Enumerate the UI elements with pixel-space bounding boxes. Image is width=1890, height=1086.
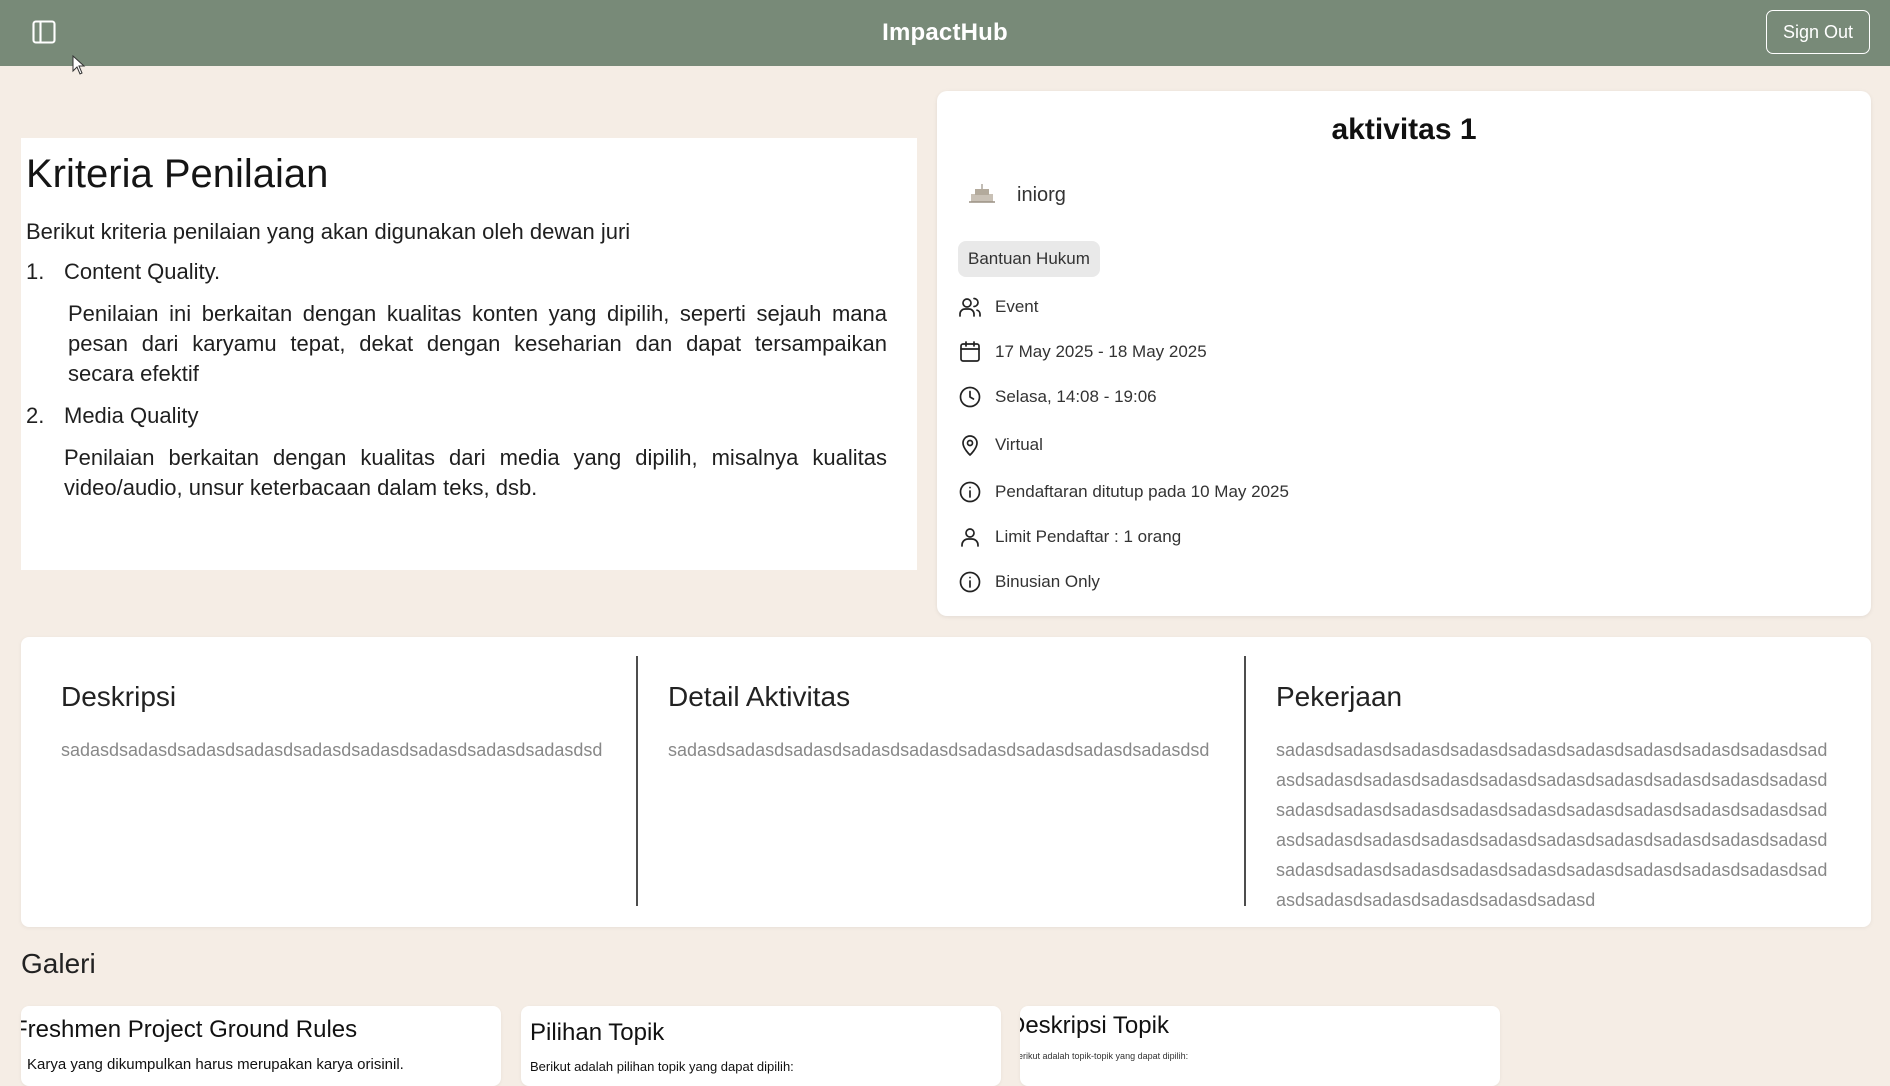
gallery-item-subtitle: Berikut adalah topik-topik yang dapat di… bbox=[1020, 1051, 1189, 1061]
criteria-item: 1. Content Quality. bbox=[26, 259, 887, 285]
info-row-text: Virtual bbox=[995, 435, 1043, 454]
deskripsi-title: Deskripsi bbox=[61, 681, 177, 712]
info-row-text: Limit Pendaftar : 1 orang bbox=[995, 527, 1182, 546]
info-row-text: Pendaftaran ditutup pada 10 May 2025 bbox=[995, 482, 1289, 501]
gallery-item[interactable]: Deskripsi Topik Berikut adalah topik-top… bbox=[1020, 1006, 1500, 1086]
detail-aktivitas-title: Detail Aktivitas bbox=[668, 681, 851, 712]
criteria-title: Kriteria Penilaian bbox=[26, 152, 329, 196]
activity-title: aktivitas 1 bbox=[1331, 113, 1477, 146]
gallery-item-title: Pilihan Topik bbox=[530, 1019, 665, 1046]
top-bar: ImpactHub Sign Out bbox=[0, 0, 1890, 66]
deskripsi-body: sadasdsadasdsadasdsadasdsadasdsadasdsada… bbox=[61, 740, 603, 760]
info-row-text: Event bbox=[995, 297, 1039, 316]
info-row-registration-deadline: Pendaftaran ditutup pada 10 May 2025 bbox=[957, 479, 1289, 505]
detail-aktivitas-section: Detail Aktivitas sadasdsadasdsadasdsadas… bbox=[628, 637, 1214, 927]
user-icon bbox=[957, 524, 983, 550]
info-row-type: Event bbox=[957, 294, 1038, 320]
criteria-item-description: Penilaian berkaitan dengan kualitas dari… bbox=[64, 445, 887, 500]
gallery-item[interactable]: Pilihan Topik Berikut adalah pilihan top… bbox=[521, 1006, 1001, 1086]
organizer-name: iniorg bbox=[1017, 183, 1066, 206]
organizer-logo-icon bbox=[969, 184, 995, 203]
sidebar-toggle-button[interactable] bbox=[28, 16, 60, 48]
gallery-title: Galeri bbox=[21, 948, 96, 979]
criteria-intro: Berikut kriteria penilaian yang akan dig… bbox=[26, 219, 631, 244]
activity-description-card: Deskripsi sadasdsadasdsadasdsadasdsadasd… bbox=[21, 637, 1871, 927]
gallery-item-title: Freshmen Project Ground Rules bbox=[21, 1016, 358, 1043]
organizer[interactable]: iniorg bbox=[967, 182, 1066, 208]
gallery-item-subtitle: Berikut adalah pilihan topik yang dapat … bbox=[530, 1059, 794, 1074]
info-row-text: 17 May 2025 - 18 May 2025 bbox=[995, 342, 1207, 361]
pekerjaan-title: Pekerjaan bbox=[1276, 681, 1403, 712]
category-tag: Bantuan Hukum bbox=[958, 241, 1100, 277]
detail-aktivitas-body: sadasdsadasdsadasdsadasdsadasdsadasdsada… bbox=[668, 740, 1210, 760]
criteria-item-title: Media Quality bbox=[64, 403, 199, 428]
gallery-item[interactable]: Freshmen Project Ground Rules Karya yang… bbox=[21, 1006, 501, 1086]
criteria-item-description: Penilaian ini berkaitan dengan kualitas … bbox=[68, 301, 887, 386]
mouse-cursor-icon bbox=[72, 55, 86, 75]
pekerjaan-section: Pekerjaan sadasdsadasdsadasdsadasdsadasd… bbox=[1236, 637, 1836, 927]
info-row-eligibility: Binusian Only bbox=[957, 569, 1100, 595]
sign-out-button[interactable]: Sign Out bbox=[1765, 10, 1870, 54]
clock-icon bbox=[957, 384, 983, 410]
info-row-text: Binusian Only bbox=[995, 572, 1100, 591]
criteria-item-title: Content Quality. bbox=[64, 259, 221, 284]
criteria-item-number: 1. bbox=[26, 259, 45, 284]
criteria-item: 2. Media Quality bbox=[26, 403, 887, 429]
pekerjaan-body: sadasdsadasdsadasdsadasdsadasdsadasdsada… bbox=[1276, 740, 1828, 910]
sidebar-toggle-icon bbox=[32, 20, 56, 44]
users-icon bbox=[957, 294, 983, 320]
info-icon bbox=[957, 479, 983, 505]
criteria-item-number: 2. bbox=[26, 403, 45, 428]
activity-info-card: aktivitas 1 iniorg Bantuan Hukum Event 1… bbox=[937, 91, 1871, 616]
map-pin-icon bbox=[957, 432, 983, 458]
info-icon bbox=[957, 569, 983, 595]
criteria-panel: Kriteria Penilaian Berikut kriteria peni… bbox=[21, 138, 917, 570]
app-title: ImpactHub bbox=[882, 19, 1008, 46]
info-row-location: Virtual bbox=[957, 432, 1043, 458]
gallery-item-title: Deskripsi Topik bbox=[1020, 1012, 1169, 1039]
info-row-date: 17 May 2025 - 18 May 2025 bbox=[957, 339, 1207, 365]
gallery-item-subtitle: Karya yang dikumpulkan harus merupakan k… bbox=[27, 1056, 404, 1073]
info-row-text: Selasa, 14:08 - 19:06 bbox=[995, 387, 1157, 406]
info-row-registrant-limit: Limit Pendaftar : 1 orang bbox=[957, 524, 1181, 550]
calendar-icon bbox=[957, 339, 983, 365]
info-row-time: Selasa, 14:08 - 19:06 bbox=[957, 384, 1157, 410]
deskripsi-section: Deskripsi sadasdsadasdsadasdsadasdsadasd… bbox=[21, 637, 607, 927]
